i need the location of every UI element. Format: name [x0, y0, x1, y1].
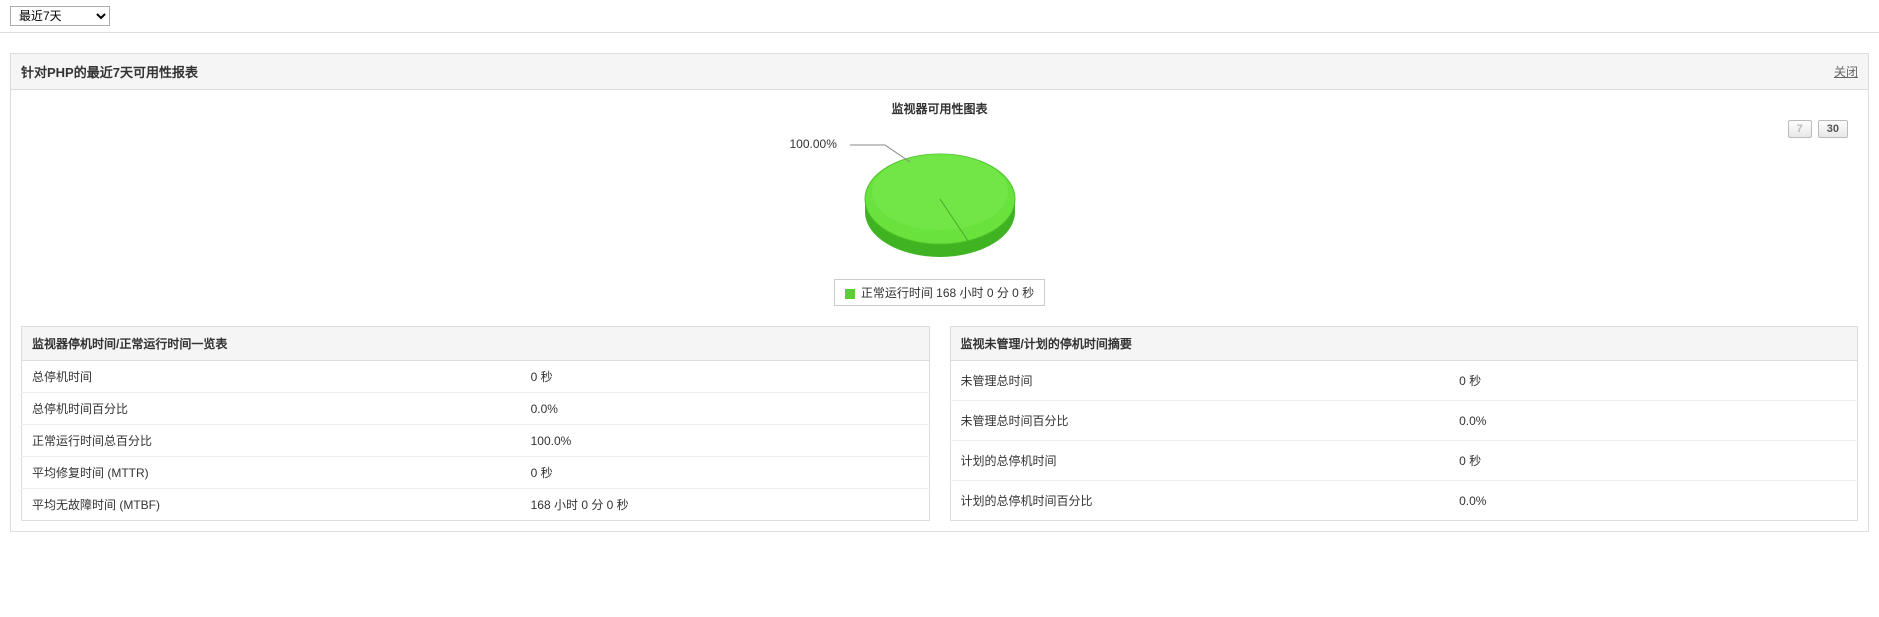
- row-label: 总停机时间: [22, 361, 521, 393]
- callout-line: [850, 144, 920, 164]
- left-table-header: 监视器停机时间/正常运行时间一览表: [22, 327, 930, 361]
- row-value: 0.0%: [1449, 401, 1857, 441]
- table-row: 总停机时间 0 秒: [22, 361, 930, 393]
- table-row: 平均修复时间 (MTTR) 0 秒: [22, 457, 930, 489]
- table-row: 未管理总时间 0 秒: [950, 361, 1858, 401]
- table-row: 未管理总时间百分比 0.0%: [950, 401, 1858, 441]
- table-row: 计划的总停机时间 0 秒: [950, 441, 1858, 481]
- panel-header: 针对PHP的最近7天可用性报表 关闭: [11, 54, 1868, 90]
- time-range-select[interactable]: 最近7天: [10, 6, 110, 26]
- chart-legend: 正常运行时间 168 小时 0 分 0 秒: [834, 279, 1045, 306]
- row-value: 0.0%: [521, 393, 929, 425]
- panel-title: 针对PHP的最近7天可用性报表: [21, 62, 198, 81]
- row-value: 0 秒: [1449, 361, 1857, 401]
- range-30-button[interactable]: 30: [1818, 120, 1848, 138]
- tables-row: 监视器停机时间/正常运行时间一览表 总停机时间 0 秒 总停机时间百分比 0.0…: [11, 326, 1868, 531]
- row-value: 0 秒: [521, 361, 929, 393]
- table-row: 总停机时间百分比 0.0%: [22, 393, 930, 425]
- row-label: 未管理总时间: [950, 361, 1449, 401]
- row-label: 未管理总时间百分比: [950, 401, 1449, 441]
- row-value: 100.0%: [521, 425, 929, 457]
- row-value: 168 小时 0 分 0 秒: [521, 489, 929, 521]
- range-7-button[interactable]: 7: [1788, 120, 1812, 138]
- table-row: 平均无故障时间 (MTBF) 168 小时 0 分 0 秒: [22, 489, 930, 521]
- row-label: 总停机时间百分比: [22, 393, 521, 425]
- legend-swatch-icon: [845, 289, 855, 299]
- availability-panel: 针对PHP的最近7天可用性报表 关闭 监视器可用性图表 7 30 100.00%: [10, 53, 1869, 532]
- close-link[interactable]: 关闭: [1834, 63, 1858, 80]
- table-row: 计划的总停机时间百分比 0.0%: [950, 481, 1858, 521]
- row-value: 0.0%: [1449, 481, 1857, 521]
- top-bar: 最近7天: [0, 0, 1879, 33]
- range-buttons: 7 30: [1788, 120, 1848, 138]
- row-label: 计划的总停机时间: [950, 441, 1449, 481]
- row-label: 平均无故障时间 (MTBF): [22, 489, 521, 521]
- chart-title: 监视器可用性图表: [11, 100, 1868, 117]
- chart-section: 监视器可用性图表 7 30 100.00% 正常运行: [11, 90, 1868, 326]
- table-row: 正常运行时间总百分比 100.0%: [22, 425, 930, 457]
- row-label: 计划的总停机时间百分比: [950, 481, 1449, 521]
- row-value: 0 秒: [1449, 441, 1857, 481]
- legend-text: 正常运行时间 168 小时 0 分 0 秒: [861, 286, 1034, 300]
- row-label: 正常运行时间总百分比: [22, 425, 521, 457]
- row-label: 平均修复时间 (MTTR): [22, 457, 521, 489]
- pie-chart-wrap: 100.00%: [860, 137, 1020, 265]
- right-table-header: 监视未管理/计划的停机时间摘要: [950, 327, 1858, 361]
- row-value: 0 秒: [521, 457, 929, 489]
- unmanaged-scheduled-table: 监视未管理/计划的停机时间摘要 未管理总时间 0 秒 未管理总时间百分比 0.0…: [950, 326, 1859, 521]
- downtime-uptime-table: 监视器停机时间/正常运行时间一览表 总停机时间 0 秒 总停机时间百分比 0.0…: [21, 326, 930, 521]
- pie-percent-label: 100.00%: [790, 137, 837, 151]
